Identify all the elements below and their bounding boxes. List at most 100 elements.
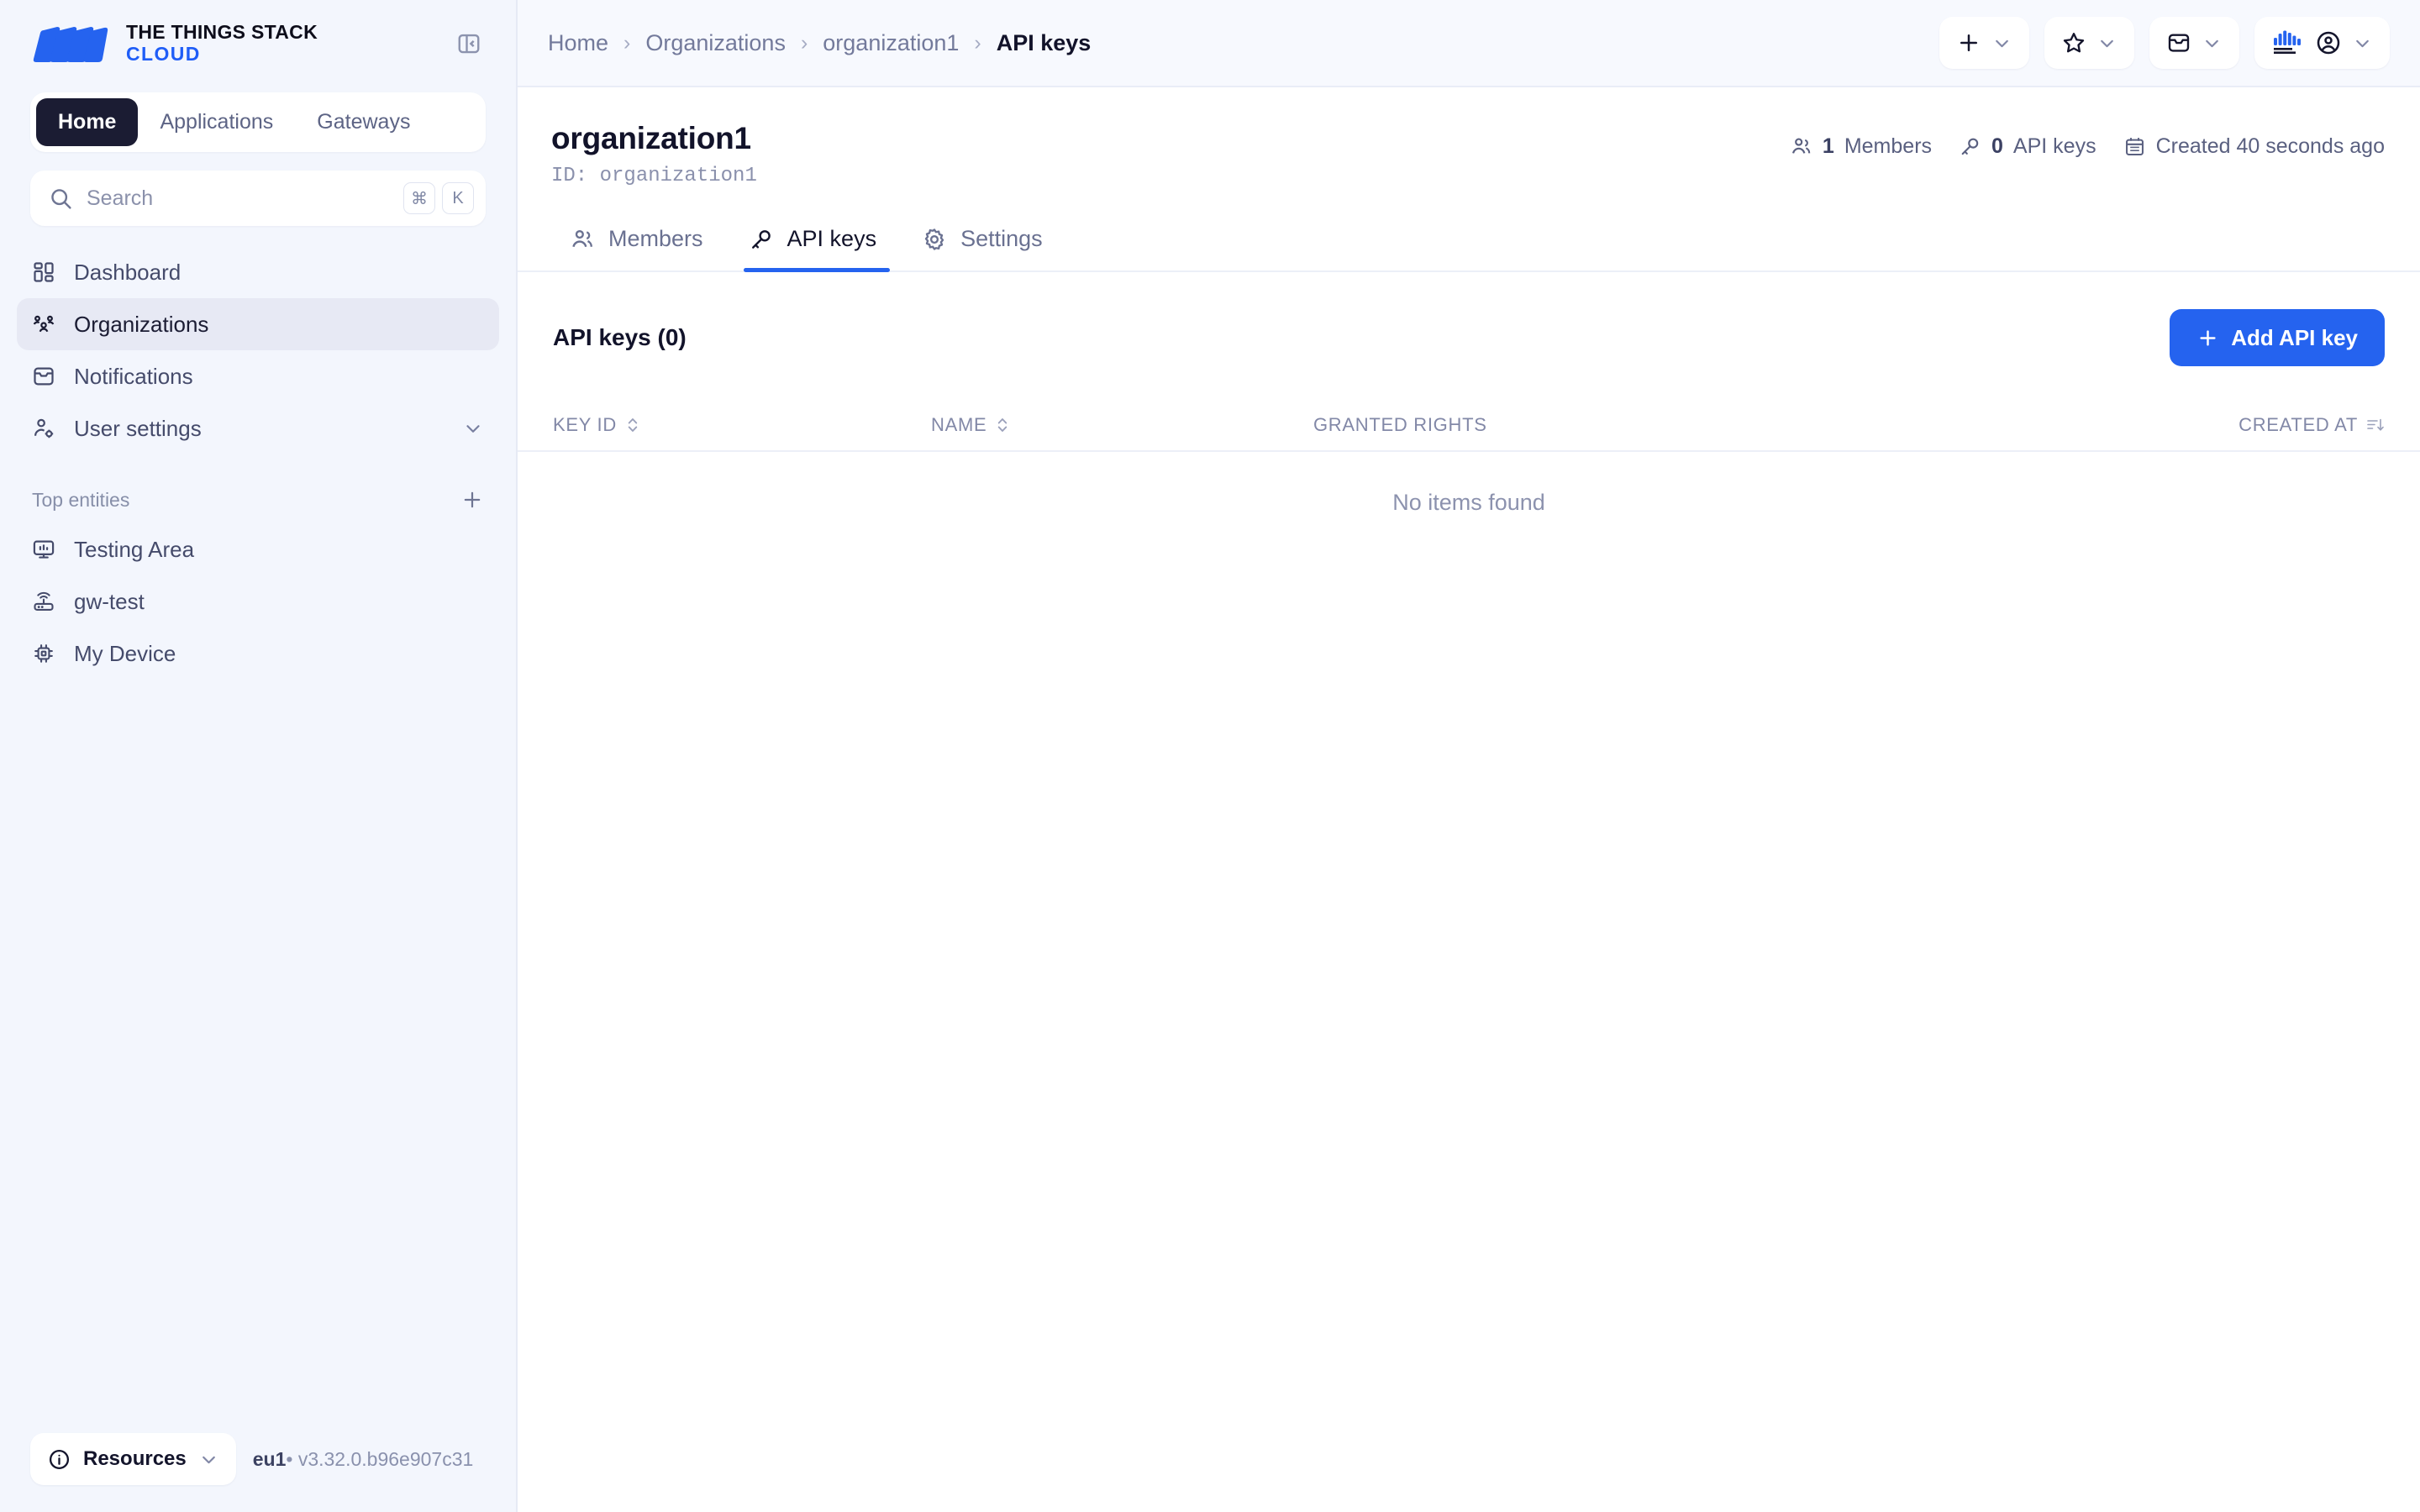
breadcrumb-organization1[interactable]: organization1 — [823, 30, 959, 56]
cluster-label: eu1 — [252, 1447, 287, 1470]
account-button[interactable] — [2254, 17, 2390, 69]
entity-tabs: Members API keys Settings — [518, 218, 2420, 272]
version-separator: • — [286, 1447, 293, 1470]
column-label: NAME — [931, 414, 987, 435]
top-entity-gw-test[interactable]: gw-test — [17, 575, 499, 627]
top-entities-header: Top entities — [0, 488, 516, 512]
sort-updown-icon — [995, 416, 1010, 434]
top-entity-testing-area[interactable]: Testing Area — [17, 523, 499, 575]
the-things-industries-logo-icon — [2271, 28, 2305, 58]
brand-line-2: CLOUD — [126, 43, 201, 65]
meta-members-label: Members — [1844, 134, 1933, 158]
top-entity-label: gw-test — [74, 588, 145, 614]
version-info: eu1• v3.32.0.b96e907c31 — [253, 1448, 474, 1471]
page-title-block: organization1 ID: organization1 — [551, 121, 757, 187]
table-header-row: KEY ID NAME GRANTED RIGHTS CREATED AT — [518, 400, 2420, 452]
organizations-people-icon — [32, 312, 55, 336]
chevron-down-icon — [2202, 33, 2223, 54]
version-number: v3.32.0.b96e907c31 — [297, 1447, 474, 1470]
sidebar-header: THE THINGS STACK CLOUD — [0, 0, 516, 87]
kbd-command: ⌘ — [403, 182, 435, 214]
context-tab-home[interactable]: Home — [36, 98, 139, 146]
calendar-icon — [2123, 135, 2146, 158]
context-tab-applications[interactable]: Applications — [138, 98, 295, 146]
bookmarks-button[interactable] — [2044, 17, 2134, 69]
table-empty-state: No items found — [1392, 489, 1545, 515]
sidebar-item-dashboard[interactable]: Dashboard — [17, 246, 499, 298]
people-icon — [570, 227, 595, 252]
sort-descending-icon — [2366, 416, 2385, 434]
meta-members-count: 1 — [1822, 134, 1834, 158]
app-root: THE THINGS STACK CLOUD Home Applications… — [0, 0, 2420, 1512]
meta-created-label: Created 40 seconds ago — [2155, 134, 2385, 158]
column-header-created-at[interactable]: CREATED AT — [2238, 414, 2385, 436]
resources-button[interactable]: Resources — [30, 1433, 236, 1485]
sidebar-item-notifications[interactable]: Notifications — [17, 350, 499, 402]
search-box[interactable]: ⌘ K — [30, 171, 486, 226]
dashboard-grid-icon — [32, 260, 55, 284]
chevron-down-icon[interactable] — [462, 417, 484, 439]
breadcrumb-home[interactable]: Home — [548, 30, 608, 56]
list-title: API keys (0) — [553, 324, 687, 350]
context-tabs: Home Applications Gateways — [30, 92, 486, 152]
top-entity-my-device[interactable]: My Device — [17, 627, 499, 680]
add-api-key-button[interactable]: Add API key — [2170, 309, 2385, 366]
top-entities-list: Testing Area gw-test My Device — [0, 523, 516, 680]
column-label: GRANTED RIGHTS — [1313, 414, 1487, 435]
add-top-entity-plus-icon[interactable] — [460, 488, 484, 512]
add-entity-button[interactable] — [1939, 17, 2029, 69]
page-title: organization1 — [551, 121, 751, 155]
top-bar-actions — [1939, 17, 2390, 69]
search-icon — [49, 186, 73, 211]
search-shortcut: ⌘ K — [403, 182, 474, 214]
plus-icon — [1956, 30, 1981, 55]
tab-members[interactable]: Members — [551, 218, 730, 270]
sidebar-item-label: User settings — [74, 415, 202, 441]
application-monitor-icon — [32, 538, 55, 561]
chevron-down-icon — [2352, 33, 2373, 54]
list-header: API keys (0) Add API key — [518, 272, 2420, 366]
page-header: organization1 ID: organization1 1 Member… — [518, 87, 2420, 187]
tab-settings[interactable]: Settings — [903, 218, 1070, 270]
meta-api-keys: 0 API keys — [1959, 134, 2096, 159]
main-content: Home › Organizations › organization1 › A… — [518, 0, 2420, 1512]
kbd-k: K — [442, 182, 474, 214]
column-label: CREATED AT — [2238, 414, 2358, 435]
user-gear-icon — [32, 417, 55, 440]
page-meta: 1 Members 0 API keys Created 40 seconds … — [1790, 121, 2385, 159]
tab-label: API keys — [786, 226, 877, 251]
breadcrumb-separator: › — [623, 30, 631, 55]
column-header-name[interactable]: NAME — [931, 414, 1313, 436]
notifications-button[interactable] — [2149, 17, 2239, 69]
gear-icon — [922, 227, 947, 252]
brand-line-1: THE THINGS STACK — [126, 21, 318, 44]
breadcrumb-separator: › — [974, 30, 981, 55]
tab-label: Members — [608, 226, 703, 251]
plus-icon — [2196, 327, 2219, 349]
things-stack-logo-icon — [32, 22, 109, 66]
tab-api-keys[interactable]: API keys — [730, 218, 904, 272]
context-tab-gateways[interactable]: Gateways — [295, 98, 432, 146]
sidebar-item-user-settings[interactable]: User settings — [17, 402, 499, 454]
brand-logo[interactable]: THE THINGS STACK CLOUD — [32, 21, 318, 66]
meta-members: 1 Members — [1790, 134, 1932, 159]
inbox-envelope-icon — [32, 365, 55, 388]
sidebar-nav: Dashboard Organizations Notifications Us… — [0, 246, 516, 454]
search-input[interactable] — [87, 186, 403, 211]
chevron-down-icon — [2096, 33, 2118, 54]
top-entity-label: Testing Area — [74, 536, 195, 562]
sidebar-item-label: Notifications — [74, 363, 193, 389]
sidebar-footer: Resources eu1• v3.32.0.b96e907c31 — [0, 1433, 516, 1512]
add-api-key-label: Add API key — [2231, 324, 2358, 350]
breadcrumb-organizations[interactable]: Organizations — [645, 30, 786, 56]
api-keys-table: KEY ID NAME GRANTED RIGHTS CREATED AT No… — [518, 400, 2420, 553]
panel-collapse-icon[interactable] — [452, 27, 486, 60]
people-icon — [1790, 135, 1812, 158]
column-header-key-id[interactable]: KEY ID — [553, 414, 931, 436]
sidebar-item-organizations[interactable]: Organizations — [17, 298, 499, 350]
meta-api-keys-label: API keys — [2012, 134, 2096, 158]
breadcrumb-separator: › — [800, 30, 808, 55]
sort-updown-icon — [625, 416, 640, 434]
gateway-router-icon — [32, 590, 55, 613]
top-entities-title: Top entities — [32, 488, 130, 511]
